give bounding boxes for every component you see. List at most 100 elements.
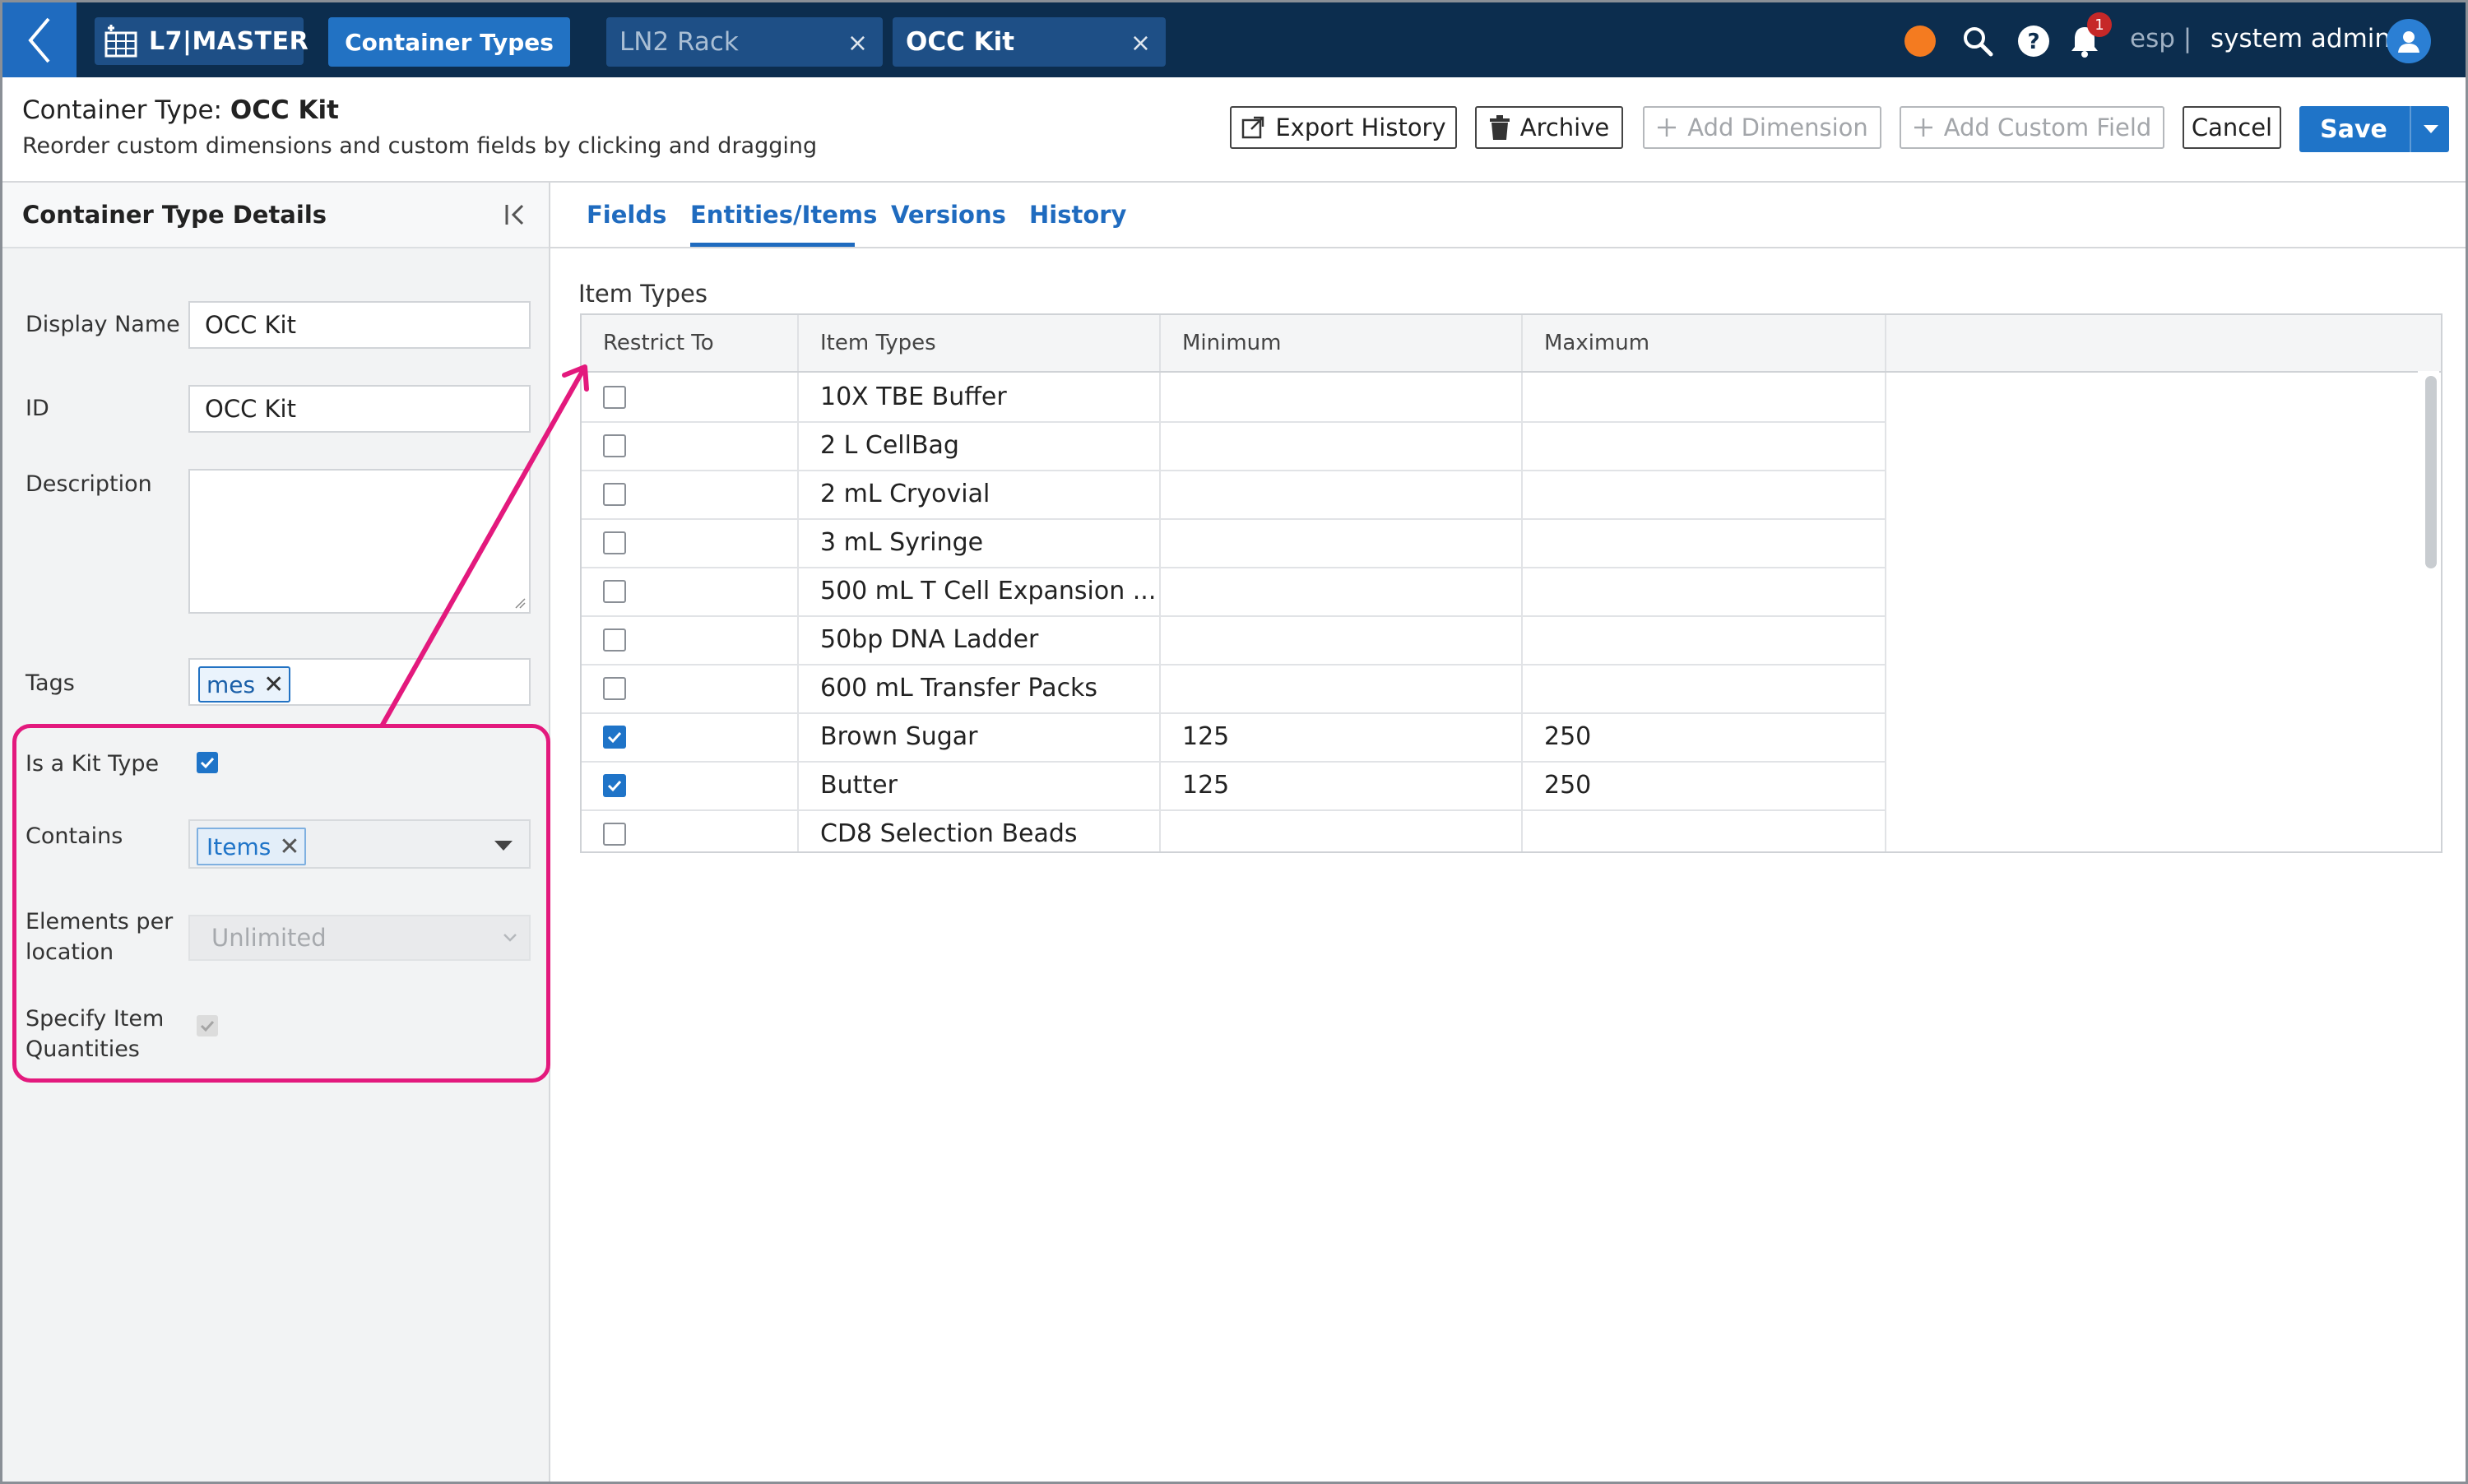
active-tab-indicator (690, 243, 855, 247)
table-row[interactable]: 3 mL Syringe (582, 518, 1886, 568)
column-header-maximum[interactable]: Maximum (1523, 315, 1886, 371)
help-icon[interactable]: ? (2015, 22, 2053, 60)
export-history-button[interactable]: Export History (1230, 106, 1457, 149)
add-custom-field-button[interactable]: Add Custom Field (1900, 106, 2164, 149)
minimum-cell[interactable] (1161, 664, 1523, 712)
description-field[interactable] (188, 469, 531, 614)
user-name[interactable]: system admin (2211, 24, 2391, 53)
maximum-cell[interactable] (1523, 421, 1886, 470)
cancel-button[interactable]: Cancel (2183, 106, 2281, 149)
id-field[interactable]: OCC Kit (188, 385, 531, 433)
maximum-cell[interactable] (1523, 470, 1886, 518)
contains-value: Items (206, 832, 271, 860)
save-button[interactable]: Save (2299, 106, 2408, 152)
restrict-checkbox[interactable] (603, 434, 626, 457)
tab-fields[interactable]: Fields (587, 201, 666, 229)
workspace-label[interactable]: esp | (2130, 24, 2192, 53)
back-chevron-icon (28, 17, 50, 63)
save-split-button[interactable]: Save (2299, 106, 2449, 152)
column-header-restrict-to[interactable]: Restrict To (582, 315, 799, 371)
tags-label: Tags (26, 670, 75, 696)
restrict-checkbox[interactable] (603, 676, 626, 700)
app-brand[interactable]: L7|MASTER (95, 17, 308, 65)
tags-field[interactable]: mes ✕ (188, 658, 531, 706)
status-dot-icon[interactable] (1904, 26, 1936, 57)
maximum-cell[interactable] (1523, 615, 1886, 664)
table-row[interactable]: Brown Sugar 125 250 (582, 712, 1886, 763)
tab-versions[interactable]: Versions (891, 201, 1006, 229)
restrict-checkbox[interactable] (603, 385, 626, 409)
remove-contains-icon[interactable]: ✕ (279, 832, 299, 861)
restrict-cell (582, 664, 799, 712)
table-row[interactable]: 50bp DNA Ladder (582, 615, 1886, 665)
page-subtitle: Reorder custom dimensions and custom fie… (22, 133, 818, 159)
maximum-cell[interactable]: 250 (1523, 712, 1886, 761)
restrict-checkbox[interactable] (603, 822, 626, 846)
restrict-cell (582, 421, 799, 470)
restrict-checkbox[interactable] (603, 482, 626, 506)
minimum-cell[interactable] (1161, 373, 1523, 421)
maximum-cell[interactable] (1523, 373, 1886, 421)
doc-tab-ln2-rack[interactable]: LN2 Rack × (606, 17, 883, 67)
user-avatar-icon[interactable] (2387, 19, 2431, 63)
column-header-minimum[interactable]: Minimum (1161, 315, 1523, 371)
minimum-cell[interactable]: 125 (1161, 712, 1523, 761)
restrict-checkbox[interactable] (603, 628, 626, 652)
table-row[interactable]: 500 mL T Cell Expansion ... (582, 567, 1886, 617)
minimum-cell[interactable] (1161, 615, 1523, 664)
tab-entities-items[interactable]: Entities/Items (690, 201, 877, 229)
restrict-cell (582, 761, 799, 809)
maximum-cell[interactable] (1523, 809, 1886, 851)
close-tab-icon[interactable]: × (1130, 29, 1151, 58)
minimum-cell[interactable] (1161, 421, 1523, 470)
add-dimension-label: Add Dimension (1687, 114, 1868, 141)
item-types-grid: Restrict To Item Types Minimum Maximum 1… (580, 313, 2442, 853)
details-sidebar: Container Type Details Display Name OCC … (2, 183, 550, 1482)
restrict-checkbox[interactable] (603, 725, 626, 749)
search-icon[interactable] (1959, 22, 1997, 60)
maximum-cell[interactable] (1523, 567, 1886, 615)
maximum-cell[interactable] (1523, 518, 1886, 567)
add-dimension-button[interactable]: Add Dimension (1643, 106, 1881, 149)
back-button[interactable] (2, 2, 77, 77)
minimum-cell[interactable]: 125 (1161, 761, 1523, 809)
restrict-cell (582, 470, 799, 518)
restrict-checkbox[interactable] (603, 531, 626, 554)
column-header-item-types[interactable]: Item Types (799, 315, 1161, 371)
restrict-checkbox[interactable] (603, 773, 626, 797)
doc-tab-occ-kit[interactable]: OCC Kit × (893, 17, 1166, 67)
remove-tag-icon[interactable]: ✕ (263, 670, 284, 699)
save-options-chevron-icon[interactable] (2410, 106, 2451, 152)
dropdown-caret-icon[interactable] (494, 841, 513, 851)
resize-handle-icon[interactable] (514, 597, 526, 609)
contains-select[interactable]: Items ✕ (188, 819, 531, 869)
maximum-cell[interactable] (1523, 664, 1886, 712)
elements-per-location-select: Unlimited (188, 915, 531, 961)
minimum-cell[interactable] (1161, 470, 1523, 518)
tab-history[interactable]: History (1029, 201, 1126, 229)
is-kit-checkbox[interactable] (197, 752, 218, 773)
table-row[interactable]: Butter 125 250 (582, 761, 1886, 811)
archive-button[interactable]: Archive (1475, 106, 1623, 149)
export-icon (1241, 115, 1265, 140)
item-type-cell: 500 mL T Cell Expansion ... (799, 567, 1161, 615)
table-row[interactable]: 10X TBE Buffer (582, 373, 1886, 423)
display-name-field[interactable]: OCC Kit (188, 301, 531, 349)
minimum-cell[interactable] (1161, 518, 1523, 567)
minimum-cell[interactable] (1161, 809, 1523, 851)
grid-scrollbar[interactable] (2418, 371, 2439, 851)
tag-label: mes (206, 670, 256, 698)
maximum-cell[interactable]: 250 (1523, 761, 1886, 809)
scrollbar-thumb[interactable] (2425, 376, 2437, 568)
minimum-cell[interactable] (1161, 567, 1523, 615)
checkmark-icon (200, 1020, 215, 1032)
close-tab-icon[interactable]: × (847, 29, 868, 58)
restrict-checkbox[interactable] (603, 579, 626, 603)
elements-value: Unlimited (211, 924, 327, 952)
table-row[interactable]: 2 L CellBag (582, 421, 1886, 471)
nav-container-types[interactable]: Container Types (328, 17, 570, 67)
table-row[interactable]: 600 mL Transfer Packs (582, 664, 1886, 714)
table-row[interactable]: 2 mL Cryovial (582, 470, 1886, 520)
table-row[interactable]: CD8 Selection Beads (582, 809, 1886, 851)
collapse-sidebar-icon[interactable] (501, 201, 529, 229)
